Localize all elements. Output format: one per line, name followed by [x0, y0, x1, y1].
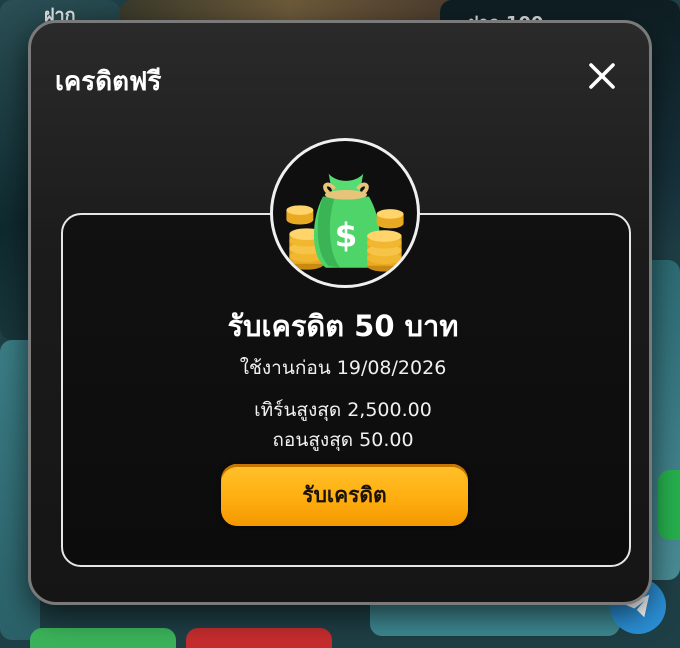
- withdraw-text: ถอนสูงสุด 50.00: [272, 429, 414, 451]
- modal-title: เครดิตฟรี: [55, 67, 162, 97]
- close-button[interactable]: [585, 59, 619, 93]
- background-side-tab: [658, 470, 680, 540]
- money-bag-icon: $: [286, 173, 404, 272]
- background-green-button: [30, 628, 176, 648]
- background-red-button: [186, 628, 332, 648]
- credit-headline: รับเครดิต 50 บาท: [227, 309, 459, 343]
- turnover-text: เทิร์นสูงสุด 2,500.00: [254, 399, 432, 421]
- expiry-text: ใช้งานก่อน 19/08/2026: [239, 357, 447, 379]
- money-bag-badge: $: [270, 138, 420, 288]
- free-credit-modal: เครดิตฟรี $ รับเครดิต 50 บาท ใช้งานก่อน …: [28, 20, 652, 605]
- svg-text:$: $: [335, 217, 358, 255]
- claim-credit-button[interactable]: รับเครดิต: [221, 464, 468, 526]
- close-icon: [589, 63, 615, 89]
